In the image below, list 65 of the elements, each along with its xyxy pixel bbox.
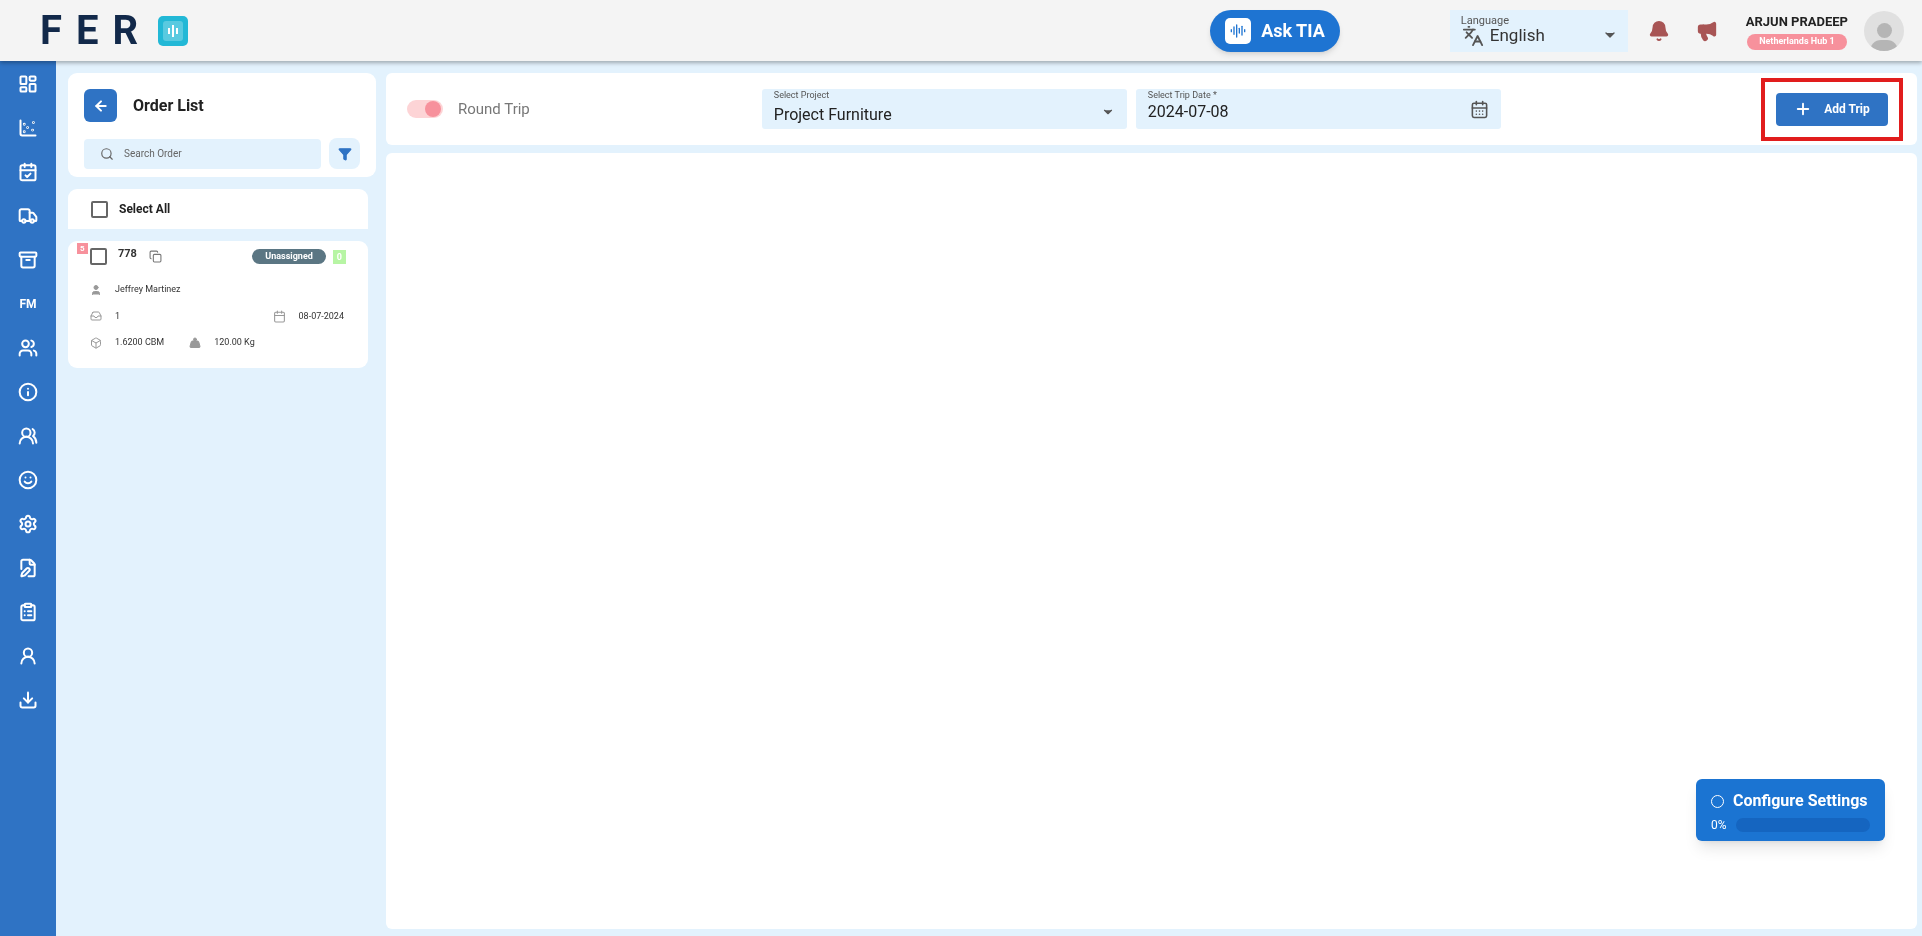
calendar-icon[interactable] (18, 162, 38, 182)
order-list-title: Order List (133, 94, 204, 117)
sidebar-item[interactable]: FM (19, 292, 37, 316)
configure-settings-card[interactable]: Configure Settings 0% (1696, 779, 1885, 841)
archive-icon[interactable] (18, 250, 38, 270)
person-icon (90, 283, 102, 296)
tray-icon (90, 310, 102, 323)
info-icon[interactable] (18, 382, 38, 402)
round-trip-toggle[interactable] (407, 100, 443, 118)
filter-icon (337, 146, 352, 161)
project-label: Select Project (773, 89, 830, 102)
search-icon (100, 146, 114, 161)
order-weight: 120.00 Kg (214, 336, 255, 349)
ask-tia-button[interactable]: Ask TIA (1210, 9, 1340, 52)
cube-icon (90, 336, 102, 349)
status-badge: Unassigned (252, 249, 326, 264)
download-icon[interactable] (18, 690, 38, 710)
logo-icon (158, 15, 189, 46)
calendar-icon (272, 309, 286, 323)
customer-name: Jeffrey Martinez (115, 283, 181, 296)
trip-date-value: 2024-07-08 (1147, 101, 1230, 123)
truck-icon[interactable] (18, 206, 38, 226)
project-select[interactable]: Select Project Project Furniture (761, 89, 1127, 129)
calendar-icon[interactable] (1469, 99, 1489, 119)
add-trip-button[interactable]: Add Trip (1776, 92, 1888, 126)
settings-icon[interactable] (18, 514, 38, 534)
project-value: Project Furniture (773, 104, 893, 126)
person-icon[interactable] (18, 646, 38, 666)
bell-icon[interactable] (1647, 19, 1670, 42)
priority-badge: 5 (77, 243, 88, 254)
megaphone-icon[interactable] (1695, 19, 1718, 42)
copy-icon[interactable] (148, 250, 162, 263)
package-count: 1 (115, 309, 122, 323)
user-name: ARJUN PRADEEP (1745, 12, 1848, 31)
people-icon[interactable] (18, 338, 38, 358)
order-volume: 1.6200 CBM (115, 336, 165, 349)
round-trip-label: Round Trip (458, 98, 530, 120)
progress-reading: 0% (1711, 817, 1727, 834)
dashboard-icon[interactable] (18, 74, 38, 94)
hub-badge: Netherlands Hub 1 (1747, 34, 1847, 50)
group-icon[interactable] (18, 426, 38, 446)
translate-icon (1461, 24, 1484, 47)
clipboard-icon[interactable] (18, 602, 38, 622)
language-label: Language (1460, 12, 1509, 29)
scatter-chart-icon[interactable] (18, 118, 38, 138)
configure-settings-title: Configure Settings (1733, 790, 1868, 812)
trip-date-field[interactable]: Select Trip Date * 2024-07-08 (1135, 89, 1501, 129)
filter-button[interactable] (329, 138, 360, 169)
back-button[interactable] (84, 89, 117, 122)
audio-icon (1225, 17, 1252, 44)
search-field[interactable]: Search Order (84, 138, 321, 169)
order-card[interactable]: 5 778 Unassigned 0 Jeffrey Martinez 1 08-07-2024 1.6200 CBM 120.00 Kg (68, 241, 368, 368)
order-date: 08-07-2024 (298, 309, 344, 323)
edit-note-icon[interactable] (18, 558, 38, 578)
select-all-label: Select All (119, 201, 171, 218)
weight-icon (189, 336, 202, 349)
logo-text: FER (40, 10, 153, 51)
search-placeholder: Search Order (124, 147, 182, 161)
smile-icon[interactable] (18, 470, 38, 490)
count-badge: 0 (332, 249, 346, 264)
trip-date-label: Select Trip Date * (1147, 89, 1217, 102)
checkbox[interactable] (90, 248, 107, 265)
checkbox[interactable] (91, 200, 108, 218)
order-number: 778 (118, 245, 137, 262)
language-select[interactable]: Language English (1449, 9, 1628, 52)
